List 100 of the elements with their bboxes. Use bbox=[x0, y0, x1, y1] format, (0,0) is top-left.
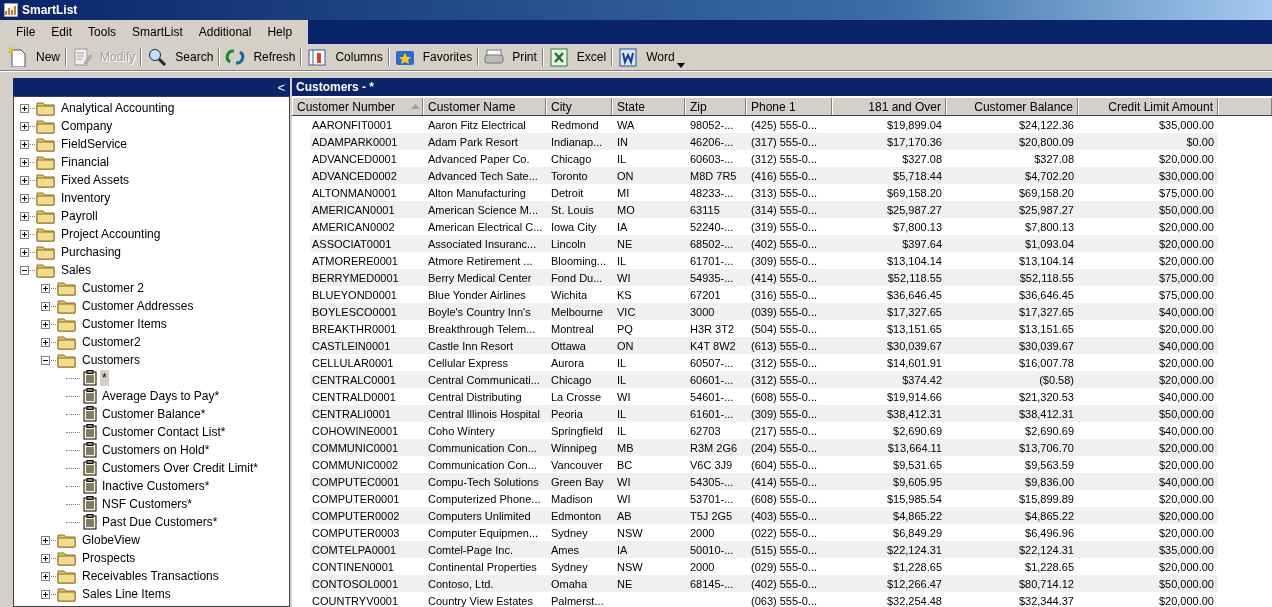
toolbar-button[interactable]: Search bbox=[143, 45, 218, 69]
tree-item[interactable]: * bbox=[100, 370, 109, 386]
menu-item[interactable]: Edit bbox=[43, 23, 81, 41]
tree-item[interactable]: Inventory bbox=[59, 190, 113, 206]
tree-item[interactable]: Average Days to Pay* bbox=[100, 388, 222, 404]
table-cell: Computers Unlimited bbox=[428, 509, 531, 522]
column-header[interactable]: Customer Number bbox=[292, 98, 423, 115]
tree-item[interactable]: Customers on Hold* bbox=[100, 442, 212, 458]
toolbar-button[interactable]: Columns bbox=[303, 45, 387, 69]
tree-item[interactable]: Customer 2 bbox=[80, 280, 147, 296]
tree-item[interactable]: Project Accounting bbox=[59, 226, 163, 242]
tree-item[interactable]: Purchasing bbox=[59, 244, 124, 260]
tree-item[interactable]: Sales bbox=[59, 262, 94, 278]
tree-item[interactable]: Payroll bbox=[59, 208, 100, 224]
tree-item[interactable]: Customer Contact List* bbox=[100, 424, 228, 440]
column-header[interactable]: Customer Balance bbox=[946, 98, 1078, 115]
table-cell: $20,000.00 bbox=[1158, 152, 1214, 165]
tree-item[interactable]: Prospects bbox=[80, 550, 138, 566]
toolbar-button[interactable]: Refresh bbox=[221, 45, 300, 69]
column-header[interactable]: State bbox=[612, 98, 685, 115]
menu-item[interactable]: SmartList bbox=[124, 23, 191, 41]
table-cell: 60601-... bbox=[690, 373, 734, 386]
expand-icon[interactable] bbox=[20, 157, 29, 167]
collapse-icon[interactable] bbox=[41, 355, 50, 365]
results-title: Customers - * bbox=[292, 78, 1272, 96]
tree-item[interactable]: Analytical Accounting bbox=[59, 100, 177, 116]
tree-item[interactable]: Customer Balance* bbox=[100, 406, 208, 422]
tree-item[interactable]: Financial bbox=[59, 154, 112, 170]
menu-item[interactable]: Help bbox=[259, 23, 301, 41]
expand-icon[interactable] bbox=[20, 175, 29, 185]
table-cell: Atmore Retirement ... bbox=[428, 254, 533, 267]
toolbar-button[interactable]: Excel bbox=[544, 45, 611, 69]
column-header[interactable]: Credit Limit Amount bbox=[1078, 98, 1218, 115]
expand-icon[interactable] bbox=[20, 193, 29, 203]
table-cell: $6,849.29 bbox=[893, 526, 942, 539]
expand-icon[interactable] bbox=[41, 535, 50, 545]
menu-item[interactable]: Additional bbox=[190, 23, 260, 41]
table-cell: $1,228.65 bbox=[1025, 560, 1074, 573]
table-cell: 60603-... bbox=[690, 152, 734, 165]
document-icon bbox=[618, 47, 639, 67]
tree-item[interactable]: Customer Addresses bbox=[80, 298, 196, 314]
column-header[interactable]: City bbox=[546, 98, 612, 115]
column-header[interactable]: Phone 1 bbox=[746, 98, 832, 115]
expand-icon[interactable] bbox=[41, 301, 50, 311]
tree-item[interactable]: Inactive Customers* bbox=[100, 478, 212, 494]
column-header[interactable]: 181 and Over bbox=[832, 98, 946, 115]
table-cell: Coho Wintery bbox=[428, 424, 495, 437]
tree-item[interactable]: Past Due Customers* bbox=[100, 514, 220, 530]
tree-item[interactable]: Sales Line Items bbox=[80, 586, 173, 602]
spreadsheet-icon bbox=[548, 47, 569, 67]
tree-item[interactable]: NSF Customers* bbox=[100, 496, 195, 512]
tree-item[interactable]: Customers Over Credit Limit* bbox=[100, 460, 261, 476]
expand-icon[interactable] bbox=[41, 337, 50, 347]
table-cell: $1,228.65 bbox=[893, 560, 942, 573]
table-cell: (317) 555-0... bbox=[751, 135, 818, 148]
table-cell: (515) 555-0... bbox=[751, 543, 818, 556]
expand-icon[interactable] bbox=[41, 553, 50, 563]
table-cell: Fond Du... bbox=[551, 271, 603, 284]
collapse-icon[interactable] bbox=[20, 265, 29, 275]
expand-icon[interactable] bbox=[41, 589, 50, 599]
table-cell: Advanced Tech Sate... bbox=[428, 169, 538, 182]
expand-icon[interactable] bbox=[20, 229, 29, 239]
tree-item[interactable]: Customer2 bbox=[80, 334, 143, 350]
table-cell: $35,000.00 bbox=[1158, 543, 1214, 556]
table-cell: (312) 555-0... bbox=[751, 373, 818, 386]
tree-item[interactable]: FieldService bbox=[59, 136, 130, 152]
table-cell: ADAMPARK0001 bbox=[312, 135, 398, 148]
table-cell: (063) 555-0... bbox=[751, 594, 818, 607]
toolbar-button[interactable]: Favorites bbox=[390, 45, 477, 69]
expand-icon[interactable] bbox=[20, 139, 29, 149]
tree-item[interactable]: Receivables Transactions bbox=[80, 568, 221, 584]
tree-item[interactable]: Customers bbox=[80, 352, 142, 368]
expand-icon[interactable] bbox=[41, 283, 50, 293]
toolbar-button[interactable]: Print bbox=[480, 45, 541, 69]
expand-icon[interactable] bbox=[41, 571, 50, 581]
column-header[interactable]: Zip bbox=[685, 98, 746, 115]
expand-icon[interactable] bbox=[41, 319, 50, 329]
table-cell: WA bbox=[617, 118, 635, 131]
expand-icon[interactable] bbox=[20, 247, 29, 257]
tree-item[interactable]: Customer Items bbox=[80, 316, 169, 332]
table-cell: $20,000.00 bbox=[1158, 322, 1214, 335]
expand-icon[interactable] bbox=[20, 121, 29, 131]
table-cell: 63115 bbox=[690, 203, 720, 216]
toolbar-button[interactable]: New bbox=[4, 45, 64, 69]
tree-item[interactable]: Company bbox=[59, 118, 115, 134]
table-cell: $13,664.11 bbox=[887, 441, 942, 454]
menu-item[interactable]: File bbox=[8, 23, 44, 41]
tree-item[interactable]: GlobeView bbox=[80, 532, 142, 548]
table-cell: $20,000.00 bbox=[1158, 492, 1214, 505]
tree-item[interactable]: Fixed Assets bbox=[59, 172, 132, 188]
table-cell: $40,000.00 bbox=[1158, 305, 1214, 318]
table-cell: $17,327.65 bbox=[1018, 305, 1074, 318]
menu-item[interactable]: Tools bbox=[80, 23, 125, 41]
expand-icon[interactable] bbox=[20, 211, 29, 221]
toolbar-button[interactable]: Word bbox=[614, 45, 689, 69]
table-cell: $38,412.31 bbox=[1018, 407, 1074, 420]
collapse-button[interactable]: < bbox=[272, 78, 290, 96]
column-header[interactable]: Customer Name bbox=[423, 98, 546, 115]
expand-icon[interactable] bbox=[20, 103, 29, 113]
table-cell: Ottawa bbox=[551, 339, 586, 352]
